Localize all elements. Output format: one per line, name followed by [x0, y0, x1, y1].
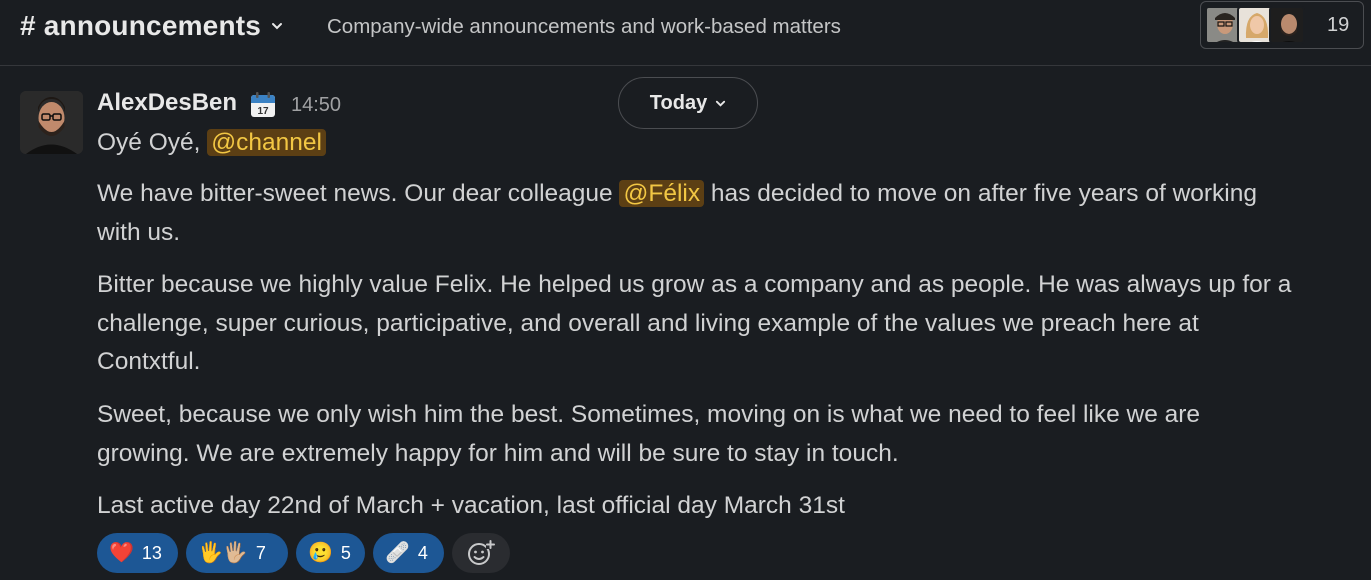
reaction-count: 7 [255, 542, 266, 563]
user-mention[interactable]: @Félix [619, 180, 705, 207]
add-emoji-icon [468, 540, 495, 565]
channel-header: # announcements Company-wide announcemen… [0, 0, 1371, 66]
heart-icon: ❤️ [109, 542, 134, 564]
message-paragraph: Last active day 22nd of March + vacation… [97, 492, 845, 519]
reaction-heart[interactable]: ❤️ 13 [97, 533, 178, 573]
channel-mention[interactable]: @channel [207, 129, 326, 156]
message-timestamp[interactable]: 14:50 [291, 94, 341, 117]
member-list-button[interactable]: 19 [1200, 1, 1364, 49]
reactions-bar: ❤️ 13 🖐️🖐🏼 7 🥲 5 🩹 4 [97, 533, 510, 573]
member-count: 19 [1327, 13, 1350, 36]
adhesive-bandage-icon: 🩹 [385, 542, 410, 564]
member-avatar [1237, 6, 1273, 44]
channel-topic[interactable]: Company-wide announcements and work-base… [327, 15, 841, 39]
date-divider-button[interactable]: Today [618, 77, 758, 129]
add-reaction-button[interactable] [452, 533, 510, 573]
channel-name-button[interactable]: # announcements [20, 6, 283, 46]
member-avatar [1205, 6, 1241, 44]
avatar[interactable] [20, 91, 83, 154]
svg-text:17: 17 [257, 106, 269, 117]
reaction-smiling-tear[interactable]: 🥲 5 [296, 533, 365, 573]
reaction-count: 5 [340, 542, 351, 563]
message-author[interactable]: AlexDesBen [97, 89, 237, 117]
channel-name: # announcements [20, 10, 262, 41]
reaction-count: 13 [141, 542, 162, 563]
message-greeting: Oyé Oyé, @channel [97, 124, 1347, 163]
chevron-down-icon [716, 100, 726, 107]
calendar-status-icon: 17 [251, 92, 275, 117]
member-avatar [1269, 6, 1305, 44]
reaction-raised-hands[interactable]: 🖐️🖐🏼 7 [186, 533, 288, 573]
chevron-down-icon [272, 23, 283, 30]
raised-hands-icon: 🖐️🖐🏼 [198, 542, 248, 564]
date-divider-label: Today [649, 91, 708, 114]
message-paragraph: Bitter because we highly value Felix. He… [97, 271, 1292, 375]
message-paragraph: We have bitter-sweet news. Our dear coll… [97, 180, 1257, 246]
message-paragraph: Sweet, because we only wish him the best… [97, 401, 1201, 467]
reaction-bandage[interactable]: 🩹 4 [373, 533, 444, 573]
smiling-face-with-tear-icon: 🥲 [308, 542, 333, 564]
reaction-count: 4 [417, 542, 428, 563]
